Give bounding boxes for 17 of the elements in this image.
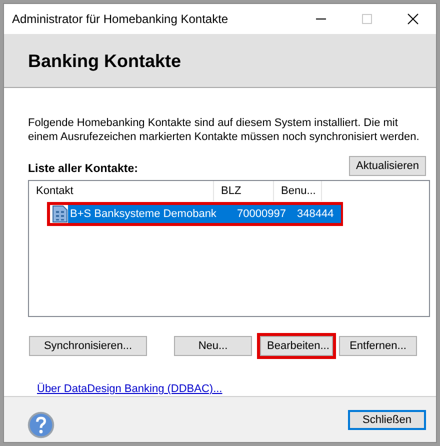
column-header[interactable]: Kontakt (29, 181, 214, 201)
column-header[interactable]: Benu... (274, 181, 322, 201)
about-link[interactable]: Über DataDesign Banking (DDBAC)... (37, 383, 222, 395)
list-label: Liste aller Kontakte: (28, 163, 138, 175)
action-button[interactable]: Synchronisieren... (29, 336, 147, 356)
document-icon (52, 205, 68, 223)
intro-text: Folgende Homebanking Kontakte sind auf diesem System installiert. Die mit einem Ausrufezeichen markierten Kontakte müssen noch synchronisiert werden. (28, 116, 420, 144)
help-icon[interactable] (26, 410, 56, 440)
close-button[interactable]: Schließen (348, 410, 426, 430)
action-button[interactable]: Neu... (174, 336, 252, 356)
window-title: Administrator für Homebanking Kontakte (12, 12, 228, 26)
column-header[interactable]: BLZ (214, 181, 274, 201)
action-button[interactable]: Bearbeiten... (260, 336, 333, 356)
refresh-button[interactable]: Aktualisieren (349, 156, 426, 176)
page-heading: Banking Kontakte (28, 51, 182, 72)
contact-row[interactable]: B+S Banksysteme Demobank 70000997 348444 (68, 205, 341, 223)
action-button[interactable]: Entfernen... (339, 336, 417, 356)
